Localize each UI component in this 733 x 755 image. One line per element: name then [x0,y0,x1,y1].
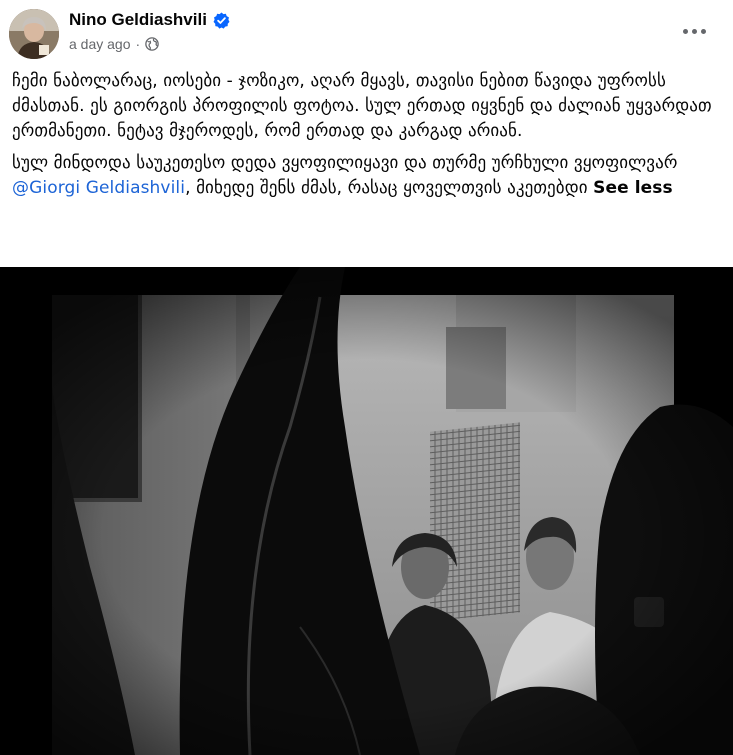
more-dot [691,28,697,34]
photo-image [0,267,733,755]
post-paragraph-1: ჩემი ნაბოლარაც, იოსები - ჯოზიკო, აღარ მყ… [12,71,712,141]
more-dot [682,28,688,34]
post-text: ჩემი ნაბოლარაც, იოსები - ჯოზიკო, აღარ მყ… [12,69,717,201]
meta-separator: · [135,36,141,52]
see-less-link[interactable]: See less [593,178,673,198]
author-name[interactable]: Nino Geldiashvili [69,10,230,30]
post-photo[interactable] [0,267,733,755]
post-header: Nino Geldiashvili a day ago · [0,0,733,64]
post-meta: a day ago · [69,36,159,52]
globe-icon[interactable] [145,37,159,51]
timestamp[interactable]: a day ago [69,36,131,52]
more-dot [700,28,706,34]
mention-link[interactable]: @Giorgi Geldiashvili [12,178,185,198]
more-options-icon[interactable] [676,18,712,44]
verified-badge-icon [213,12,230,29]
author-name-label[interactable]: Nino Geldiashvili [69,10,207,30]
avatar[interactable] [9,9,59,59]
post-paragraph-2: სულ მინდოდა საუკეთესო დედა ვყოფილიყავი დ… [12,151,717,201]
post-paragraph-2-text: სულ მინდოდა საუკეთესო დედა ვყოფილიყავი დ… [12,153,678,173]
post-paragraph-2-rest: , მიხედე შენს ძმას, რასაც ყოველთვის აკეთ… [185,178,588,198]
